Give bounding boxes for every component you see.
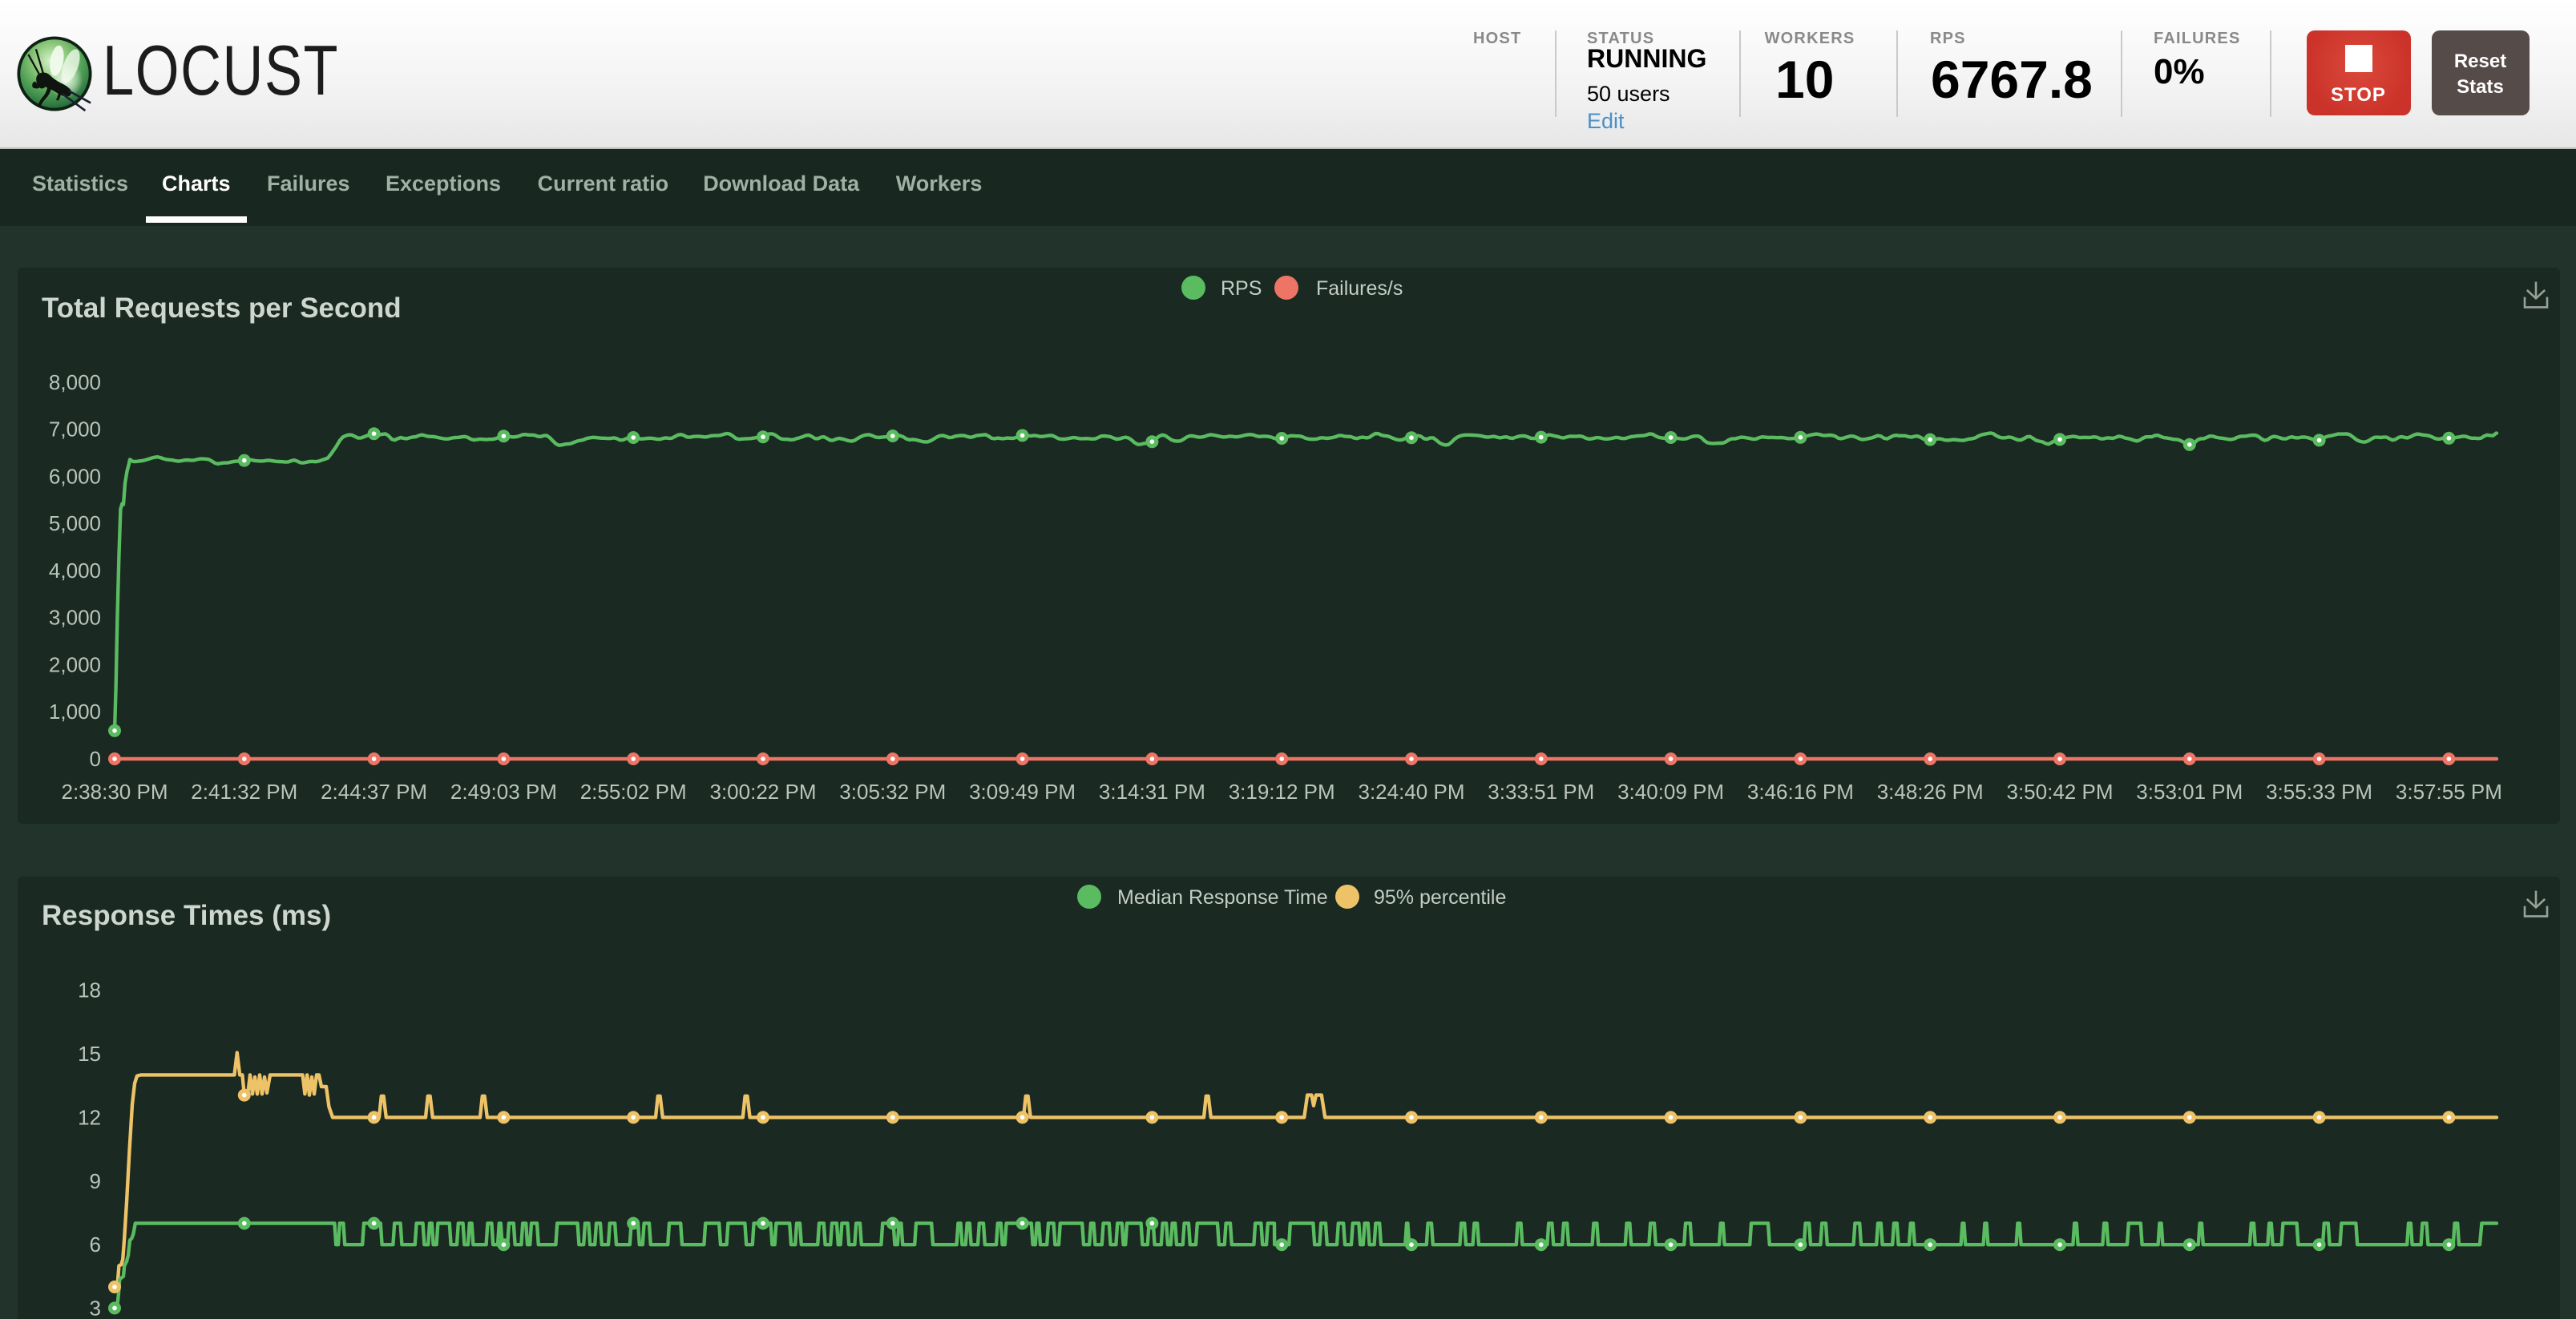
svg-text:3:57:55 PM: 3:57:55 PM — [2395, 780, 2501, 804]
svg-text:9: 9 — [89, 1169, 100, 1193]
svg-text:3:00:22 PM: 3:00:22 PM — [709, 780, 816, 804]
svg-text:3:09:49 PM: 3:09:49 PM — [968, 780, 1075, 804]
svg-text:6,000: 6,000 — [48, 464, 100, 488]
svg-text:3,000: 3,000 — [48, 606, 100, 630]
svg-text:3:46:16 PM: 3:46:16 PM — [1746, 780, 1853, 804]
svg-text:3:24:40 PM: 3:24:40 PM — [1358, 780, 1464, 804]
svg-text:3:40:09 PM: 3:40:09 PM — [1617, 780, 1723, 804]
svg-text:3:19:12 PM: 3:19:12 PM — [1228, 780, 1334, 804]
svg-text:0: 0 — [89, 747, 100, 771]
svg-text:3: 3 — [89, 1297, 100, 1319]
svg-text:3:50:42 PM: 3:50:42 PM — [2006, 780, 2113, 804]
svg-text:5,000: 5,000 — [48, 511, 100, 535]
svg-text:12: 12 — [77, 1106, 100, 1130]
svg-text:3:33:51 PM: 3:33:51 PM — [1487, 780, 1593, 804]
svg-text:18: 18 — [77, 978, 100, 1002]
svg-text:2:49:03 PM: 2:49:03 PM — [450, 780, 556, 804]
svg-text:3:48:26 PM: 3:48:26 PM — [1876, 780, 1983, 804]
svg-text:2:38:30 PM: 2:38:30 PM — [61, 780, 168, 804]
svg-text:2,000: 2,000 — [48, 652, 100, 676]
svg-text:2:44:37 PM: 2:44:37 PM — [320, 780, 426, 804]
svg-text:3:05:32 PM: 3:05:32 PM — [838, 780, 945, 804]
svg-text:3:55:33 PM: 3:55:33 PM — [2265, 780, 2372, 804]
svg-text:6: 6 — [89, 1233, 100, 1257]
svg-text:3:53:01 PM: 3:53:01 PM — [2135, 780, 2242, 804]
svg-text:3:14:31 PM: 3:14:31 PM — [1098, 780, 1205, 804]
svg-text:8,000: 8,000 — [48, 370, 100, 394]
svg-text:2:55:02 PM: 2:55:02 PM — [579, 780, 686, 804]
svg-text:2:41:32 PM: 2:41:32 PM — [190, 780, 297, 804]
svg-text:4,000: 4,000 — [48, 559, 100, 583]
svg-text:7,000: 7,000 — [48, 417, 100, 442]
svg-text:1,000: 1,000 — [48, 700, 100, 724]
svg-text:15: 15 — [77, 1043, 100, 1067]
